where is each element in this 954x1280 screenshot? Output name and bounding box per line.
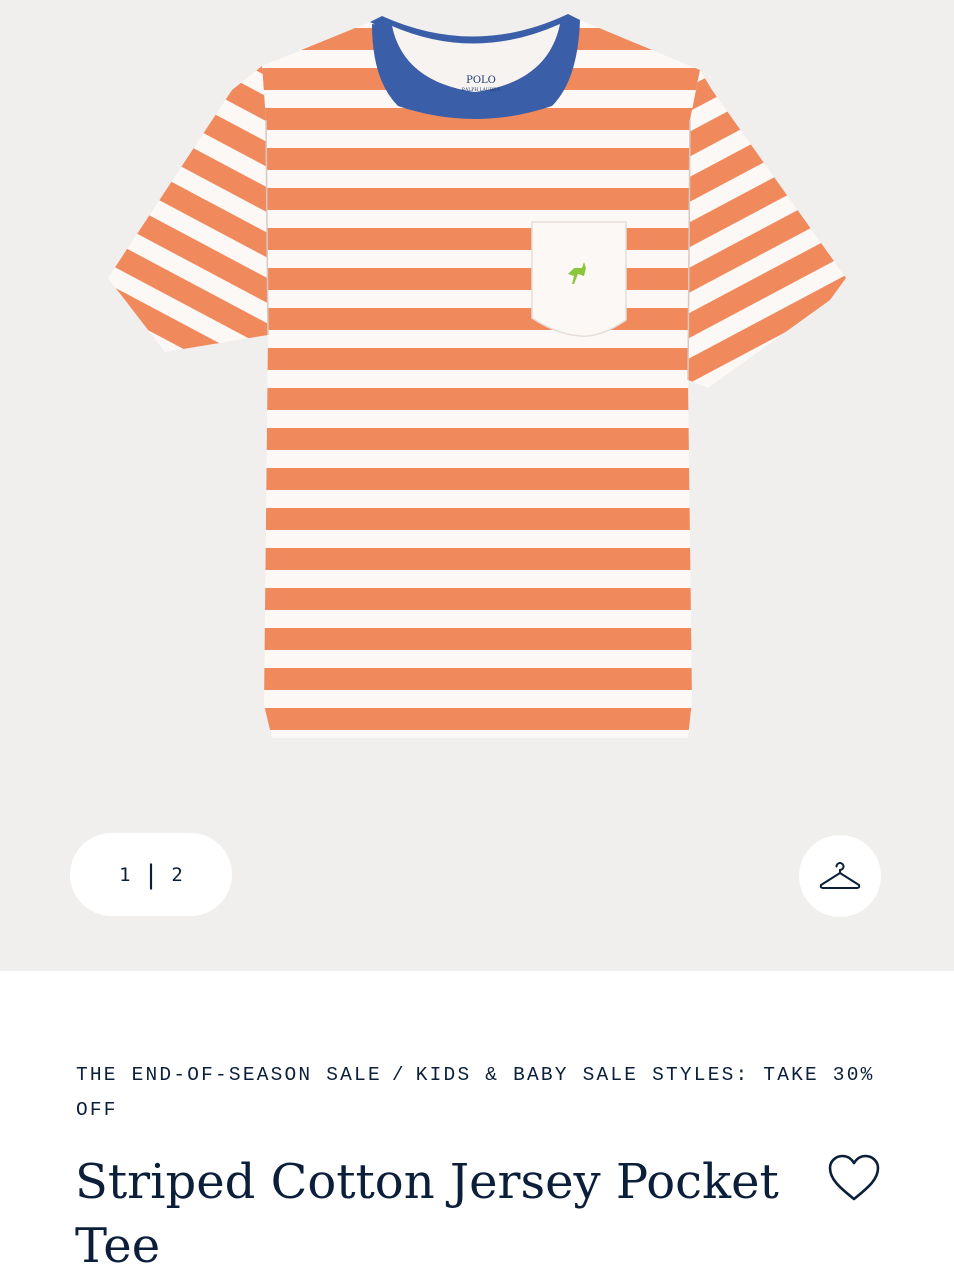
image-pager[interactable]: 1 | 2: [70, 833, 232, 916]
product-gallery[interactable]: POLO RALPH LAUREN 1 | 2: [0, 0, 954, 971]
heart-icon: [828, 1154, 880, 1201]
product-image[interactable]: POLO RALPH LAUREN: [0, 0, 954, 971]
wishlist-button[interactable]: [826, 1150, 882, 1206]
size-guide-button[interactable]: [799, 835, 881, 917]
total-pages: 2: [171, 863, 183, 886]
svg-text:POLO: POLO: [466, 75, 496, 86]
breadcrumb-divider: /: [391, 1064, 406, 1086]
svg-text:RALPH LAUREN: RALPH LAUREN: [462, 87, 501, 93]
pager-separator: |: [146, 859, 156, 890]
hanger-icon: [819, 862, 861, 889]
breadcrumb: THE END-OF-SEASON SALE / KIDS & BABY SALE …: [76, 1058, 886, 1128]
current-page: 1: [119, 863, 131, 886]
breadcrumb-link-sale[interactable]: THE END-OF-SEASON SALE: [76, 1064, 382, 1086]
product-title: Striped Cotton Jersey Pocket Tee: [75, 1154, 779, 1274]
